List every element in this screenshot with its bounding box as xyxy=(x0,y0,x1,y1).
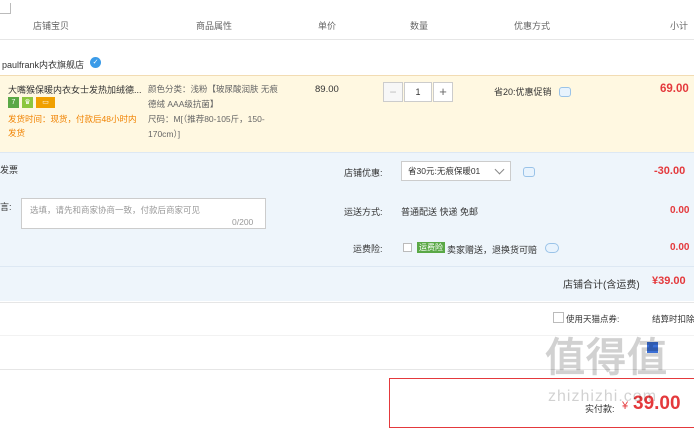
shop-discount-amount: -30.00 xyxy=(654,165,686,177)
shop-coupon-select[interactable]: 省30元:无痕保暖01 xyxy=(401,161,511,181)
message-char-count: 0/200 xyxy=(232,217,254,227)
item-attr-size: 尺码：M[（推荐80-105斤，150-170cm）] xyxy=(148,114,265,139)
return-insurance-amount: 0.00 xyxy=(670,242,690,253)
item-promo: 省20:优惠促销 xyxy=(494,87,552,97)
return-insurance-badge: 运费险 xyxy=(417,242,445,253)
settle-note: 结算时扣除 xyxy=(652,314,694,324)
return-insurance-label: 运费险: xyxy=(353,244,383,254)
seven-day-return-icon: 7 xyxy=(8,97,19,108)
item-title-link[interactable]: 大嘴猴保暖内衣女士发热加绒德... xyxy=(8,83,142,96)
watermark-logo: 值得值 xyxy=(545,336,668,380)
ship-note: 发货时间：现货，付款后48小时内发货 xyxy=(8,114,137,138)
promo-info-icon[interactable] xyxy=(559,87,571,97)
shipping-amount: 0.00 xyxy=(670,205,690,216)
divider xyxy=(0,302,694,303)
item-price: 89.00 xyxy=(315,84,339,95)
header-shop-item: 店铺宝贝 xyxy=(33,21,70,31)
header-promo: 优惠方式 xyxy=(514,21,551,31)
item-attr-color: 颜色分类：浅粉【玻尿酸润肤 无痕德绒 AAA级抗菌】 xyxy=(148,84,278,109)
shop-total-label: 店铺合计(含运费) xyxy=(563,280,640,291)
item-subtotal: 69.00 xyxy=(660,83,689,95)
watermark-url: zhizhizhi.com xyxy=(548,388,658,405)
help-icon[interactable] xyxy=(545,243,559,253)
qty-decrease-button[interactable]: − xyxy=(383,82,403,102)
tmall-points-label: 使用天猫点券: xyxy=(566,314,620,324)
message-label: 言: xyxy=(0,202,12,212)
qty-input[interactable] xyxy=(404,82,432,102)
return-insurance-checkbox[interactable] xyxy=(403,243,412,252)
tmall-points-checkbox[interactable] xyxy=(553,312,564,323)
shop-total-amount: ¥39.00 xyxy=(652,275,686,287)
shop-chat-icon[interactable]: ✓ xyxy=(90,57,101,68)
header-qty: 数量 xyxy=(410,21,429,31)
header-corner-mark xyxy=(0,3,11,14)
coupon-info-icon[interactable] xyxy=(523,167,535,177)
header-subtotal: 小计 xyxy=(670,21,689,31)
shop-discount-label: 店铺优惠: xyxy=(344,168,383,178)
summary-divider xyxy=(0,266,694,267)
shipping-label: 运送方式: xyxy=(344,207,383,217)
message-placeholder: 选填，请先和商家协商一致，付款后商家可见 xyxy=(30,205,201,215)
qty-increase-button[interactable]: + xyxy=(433,82,453,102)
shop-name-link[interactable]: paulfrank内衣旗舰店 xyxy=(2,58,84,71)
return-insurance-text: 卖家赠送，退换货可赔 xyxy=(447,245,538,255)
header-price: 单价 xyxy=(318,21,337,31)
header-attr: 商品属性 xyxy=(196,21,233,31)
invoice-label[interactable]: 发票 xyxy=(0,163,18,176)
cart-header xyxy=(0,0,694,40)
shipping-value: 普通配送 快递 免邮 xyxy=(401,207,479,217)
credit-card-icon: ▭ xyxy=(36,97,55,108)
guarantee-icon: ♛ xyxy=(22,97,33,108)
